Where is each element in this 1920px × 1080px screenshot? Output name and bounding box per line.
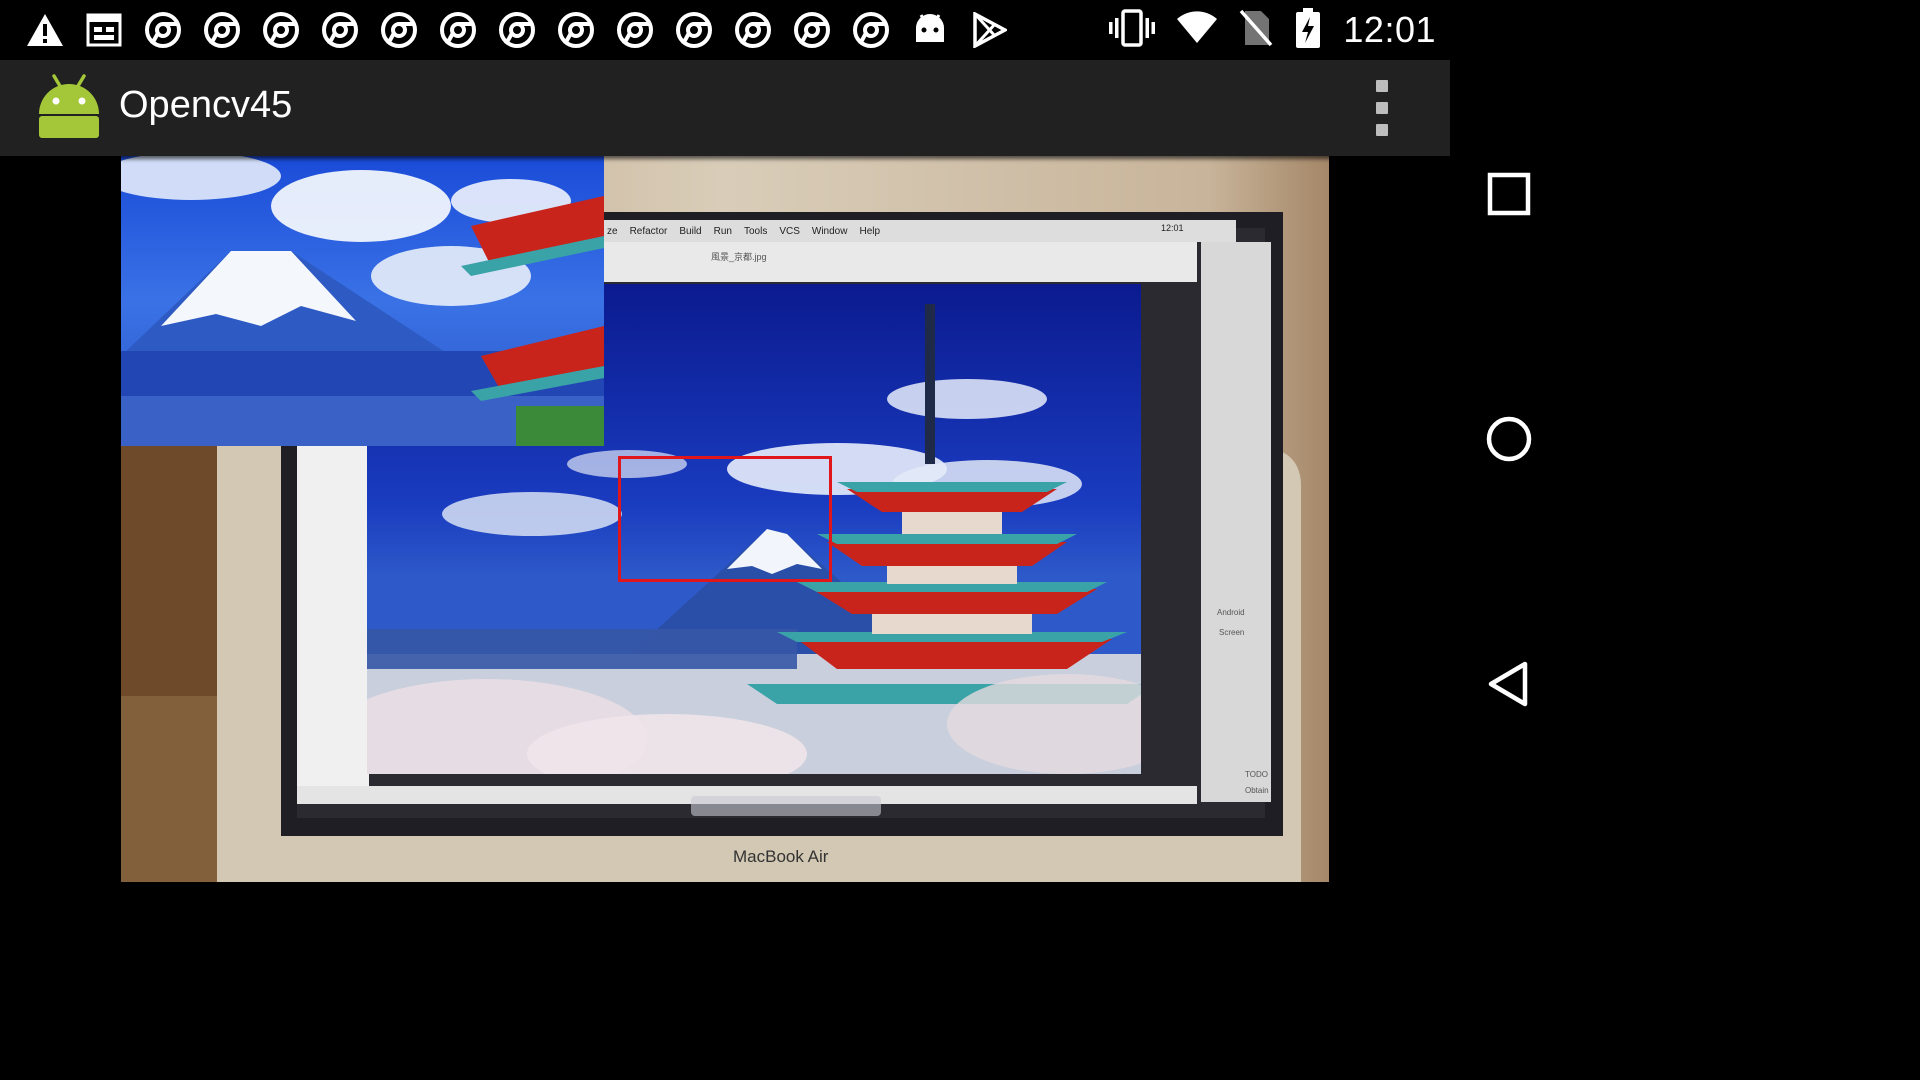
chrome-icon [494, 8, 540, 52]
calendar-icon [81, 8, 127, 52]
recents-button[interactable] [1476, 163, 1542, 229]
navigation-bar [1450, 0, 1568, 882]
mac-clock: 12:01 [1161, 223, 1184, 233]
status-bar: 12:01 [0, 0, 1450, 60]
chrome-icon [848, 8, 894, 52]
ide-file-title: 風景_京都.jpg [711, 252, 767, 262]
mac-menu-item: Build [679, 225, 702, 237]
chrome-icon [258, 8, 304, 52]
warning-icon [22, 8, 68, 52]
chrome-icon [317, 8, 363, 52]
mac-menu-item: VCS [779, 225, 800, 237]
vibrate-icon [1109, 8, 1156, 53]
chrome-icon [730, 8, 776, 52]
chrome-icon [553, 8, 599, 52]
app-title: Opencv45 [119, 84, 293, 126]
status-clock: 12:01 [1343, 9, 1436, 50]
roi-zoom-thumbnail [121, 156, 604, 446]
mac-menu-item: Tools [743, 225, 768, 237]
roi-rectangle [618, 456, 832, 582]
chrome-icon [199, 8, 245, 52]
chrome-icon [789, 8, 835, 52]
android-icon [36, 74, 102, 140]
mac-menu-item: Refactor [629, 225, 668, 237]
no-sim-icon [1239, 9, 1273, 52]
ide-side-label: Android [1217, 608, 1245, 617]
back-button[interactable] [1476, 653, 1542, 719]
chrome-icon [435, 8, 481, 52]
ide-side-label: Screen [1219, 628, 1245, 637]
mac-menubar: ze Refactor Build Run Tools VCS Window H… [601, 220, 1236, 242]
chrome-icon [140, 8, 186, 52]
home-button[interactable] [1476, 408, 1542, 474]
android-debug-icon [907, 8, 953, 52]
back-triangle-icon [1487, 660, 1531, 713]
chrome-icon [671, 8, 717, 52]
mac-menu-item: Window [811, 225, 848, 237]
more-vert-icon[interactable] [1364, 80, 1400, 136]
chrome-icon [612, 8, 658, 52]
system-status: 12:01 [1109, 6, 1436, 54]
ide-side-label: TODO [1245, 770, 1268, 779]
wifi-icon [1177, 10, 1218, 50]
recents-square-icon [1487, 172, 1531, 221]
chrome-icon [376, 8, 422, 52]
action-bar: Opencv45 [0, 60, 1450, 156]
mac-menu-item: Run [713, 225, 732, 237]
mac-menu-item: Help [859, 225, 881, 237]
laptop-brand: MacBook Air [733, 847, 829, 866]
play-store-icon [966, 8, 1012, 52]
mac-dock [691, 796, 881, 816]
home-circle-icon [1485, 415, 1533, 468]
battery-charging-icon [1295, 7, 1321, 53]
notification-icons [22, 8, 1012, 52]
ide-side-label: Obtain [1245, 786, 1269, 795]
mac-menu-prefix: ze [607, 225, 618, 237]
